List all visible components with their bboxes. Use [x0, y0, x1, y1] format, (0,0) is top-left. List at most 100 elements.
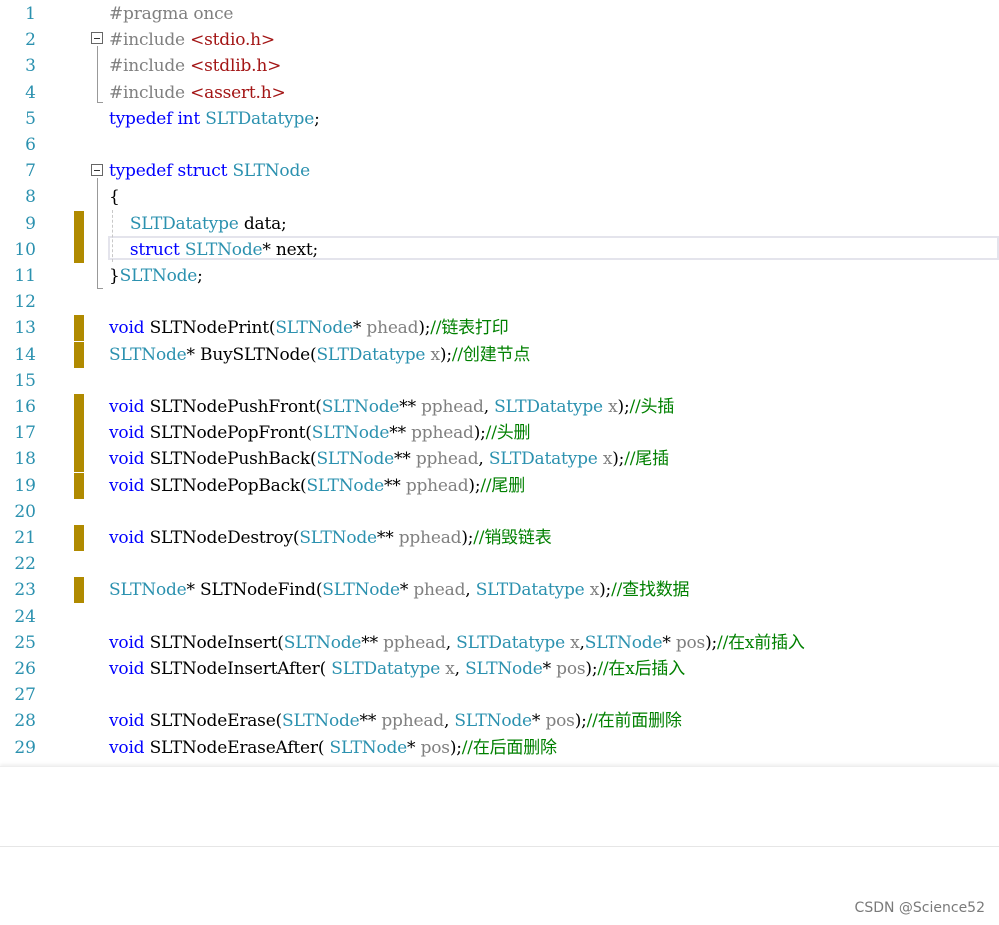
line-number: 17 — [14, 423, 36, 443]
code-line[interactable]: 18 void SLTNodePushBack(SLTNode** pphead,… — [0, 446, 999, 472]
change-marker — [74, 211, 84, 237]
code-line[interactable]: 27 — [0, 682, 999, 708]
code-token: SLTNode — [109, 345, 187, 365]
code-token: pphead — [383, 633, 446, 653]
code-line[interactable]: 20 — [0, 499, 999, 525]
code-line[interactable]: 9 SLTDatatype data; — [0, 211, 999, 237]
line-number: 23 — [14, 580, 36, 600]
line-number: 4 — [25, 83, 36, 103]
code-line[interactable]: 13 void SLTNodePrint(SLTNode* phead);//链表… — [0, 315, 999, 341]
line-number: 13 — [14, 318, 36, 338]
code-line[interactable]: 8{ — [0, 184, 999, 210]
code-text: typedef int SLTDatatype; — [109, 106, 320, 132]
line-number: 11 — [14, 266, 36, 286]
code-token: void — [109, 659, 145, 679]
code-line[interactable]: 2 #include <stdio.h> — [0, 27, 999, 53]
code-line[interactable]: 25 void SLTNodeInsert(SLTNode** pphead, S… — [0, 630, 999, 656]
change-marker — [74, 420, 84, 446]
code-line[interactable]: 6 — [0, 132, 999, 158]
code-token: SLTNode — [299, 528, 377, 548]
code-token: #include — [109, 30, 191, 50]
code-token: //销毁链表 — [473, 528, 552, 548]
code-line[interactable]: 5 typedef int SLTDatatype; — [0, 106, 999, 132]
code-line[interactable]: 29 void SLTNodeEraseAfter( SLTNode* pos);… — [0, 735, 999, 761]
code-token: x — [445, 659, 455, 679]
line-number: 7 — [25, 161, 36, 181]
watermark: CSDN @Science52 — [854, 900, 985, 916]
code-token: SLTNode — [184, 240, 263, 260]
code-line[interactable]: 22 — [0, 551, 999, 577]
code-line[interactable]: 4 #include <assert.h> — [0, 80, 999, 106]
code-line[interactable]: 26 void SLTNodeInsertAfter( SLTDatatype x… — [0, 656, 999, 682]
code-token: pphead — [381, 711, 444, 731]
code-line[interactable]: 16 void SLTNodePushFront(SLTNode** pphead… — [0, 394, 999, 420]
code-text: SLTDatatype data; — [109, 211, 287, 237]
code-line[interactable]: 7 typedef struct SLTNode — [0, 158, 999, 184]
code-text: void SLTNodePushFront(SLTNode** pphead, … — [109, 394, 674, 420]
code-token: phead — [413, 580, 466, 600]
code-token: , — [443, 711, 455, 731]
code-text: }SLTNode; — [109, 263, 203, 289]
code-token: SLTDatatype — [456, 633, 565, 653]
code-token: SLTNode — [232, 161, 310, 181]
code-token: SLTNodeInsertAfter( — [144, 659, 332, 679]
code-line[interactable]: 17 void SLTNodePopFront(SLTNode** pphead)… — [0, 420, 999, 446]
code-text: void SLTNodePushBack(SLTNode** pphead, S… — [109, 446, 669, 472]
code-line[interactable]: 28 void SLTNodeErase(SLTNode** pphead, SL… — [0, 708, 999, 734]
code-token: SLTDatatype — [475, 580, 585, 600]
code-token: SLTNode — [109, 580, 187, 600]
code-line[interactable]: 12 — [0, 289, 999, 315]
code-text: #include <assert.h> — [109, 80, 286, 106]
line-number: 15 — [14, 371, 36, 391]
code-token: //头插 — [629, 397, 675, 417]
code-text: typedef struct SLTNode — [109, 158, 310, 184]
code-token: pos — [545, 711, 575, 731]
code-token: , — [483, 397, 495, 417]
code-token: SLTNode — [454, 711, 532, 731]
code-line[interactable]: 3 #include <stdlib.h> — [0, 53, 999, 79]
code-editor[interactable]: 1 #pragma once 2 #include <stdio.h> 3 #includ… — [0, 0, 999, 766]
line-number: 19 — [14, 476, 36, 496]
code-token: #include — [109, 83, 191, 103]
code-text: struct SLTNode* next; — [109, 237, 318, 263]
code-line[interactable]: 14 SLTNode* BuySLTNode(SLTDatatype x);//创… — [0, 342, 999, 368]
code-text: void SLTNodeInsert(SLTNode** pphead, SLT… — [109, 630, 805, 656]
code-line[interactable]: 24 — [0, 604, 999, 630]
code-token: pos — [675, 633, 706, 653]
code-token: //在前面删除 — [586, 711, 682, 731]
line-number: 20 — [14, 502, 36, 522]
line-number: 5 — [25, 109, 36, 129]
code-token: pphead — [405, 476, 469, 496]
code-line[interactable]: 15 — [0, 368, 999, 394]
code-token: void — [109, 423, 145, 443]
code-token: SLTDatatype — [316, 345, 426, 365]
code-token: * — [542, 659, 557, 679]
code-token: ); — [449, 738, 462, 758]
code-token: SLTNode — [329, 738, 408, 758]
code-token: //查找数据 — [611, 580, 690, 600]
code-token: SLTNode — [275, 318, 353, 338]
code-line[interactable]: 1 #pragma once — [0, 1, 999, 27]
code-token: void — [109, 318, 145, 338]
code-line[interactable]: 11 }SLTNode; — [0, 263, 999, 289]
code-line[interactable]: 10 struct SLTNode* next; — [0, 237, 999, 263]
code-line[interactable]: 23 SLTNode* SLTNodeFind(SLTNode* phead, S… — [0, 577, 999, 603]
code-text: SLTNode* BuySLTNode(SLTDatatype x);//创建节… — [109, 342, 530, 368]
code-token: ** — [399, 397, 422, 417]
line-number: 16 — [14, 397, 36, 417]
code-token: void — [109, 711, 145, 731]
code-token: //在x后插入 — [597, 659, 686, 679]
change-marker — [74, 237, 84, 263]
code-line[interactable]: 19 void SLTNodePopBack(SLTNode** pphead);… — [0, 473, 999, 499]
code-token: ); — [617, 397, 630, 417]
code-token: SLTDatatype — [331, 659, 441, 679]
code-token: pos — [556, 659, 586, 679]
code-text: #include <stdio.h> — [109, 27, 275, 53]
code-line[interactable]: 21 void SLTNodeDestroy(SLTNode** pphead);… — [0, 525, 999, 551]
code-token: { — [109, 187, 120, 207]
code-token: , — [445, 633, 457, 653]
code-token: } — [109, 266, 120, 286]
code-token: ** — [384, 476, 406, 496]
code-token: * — [352, 318, 367, 338]
code-token: x — [602, 449, 613, 469]
